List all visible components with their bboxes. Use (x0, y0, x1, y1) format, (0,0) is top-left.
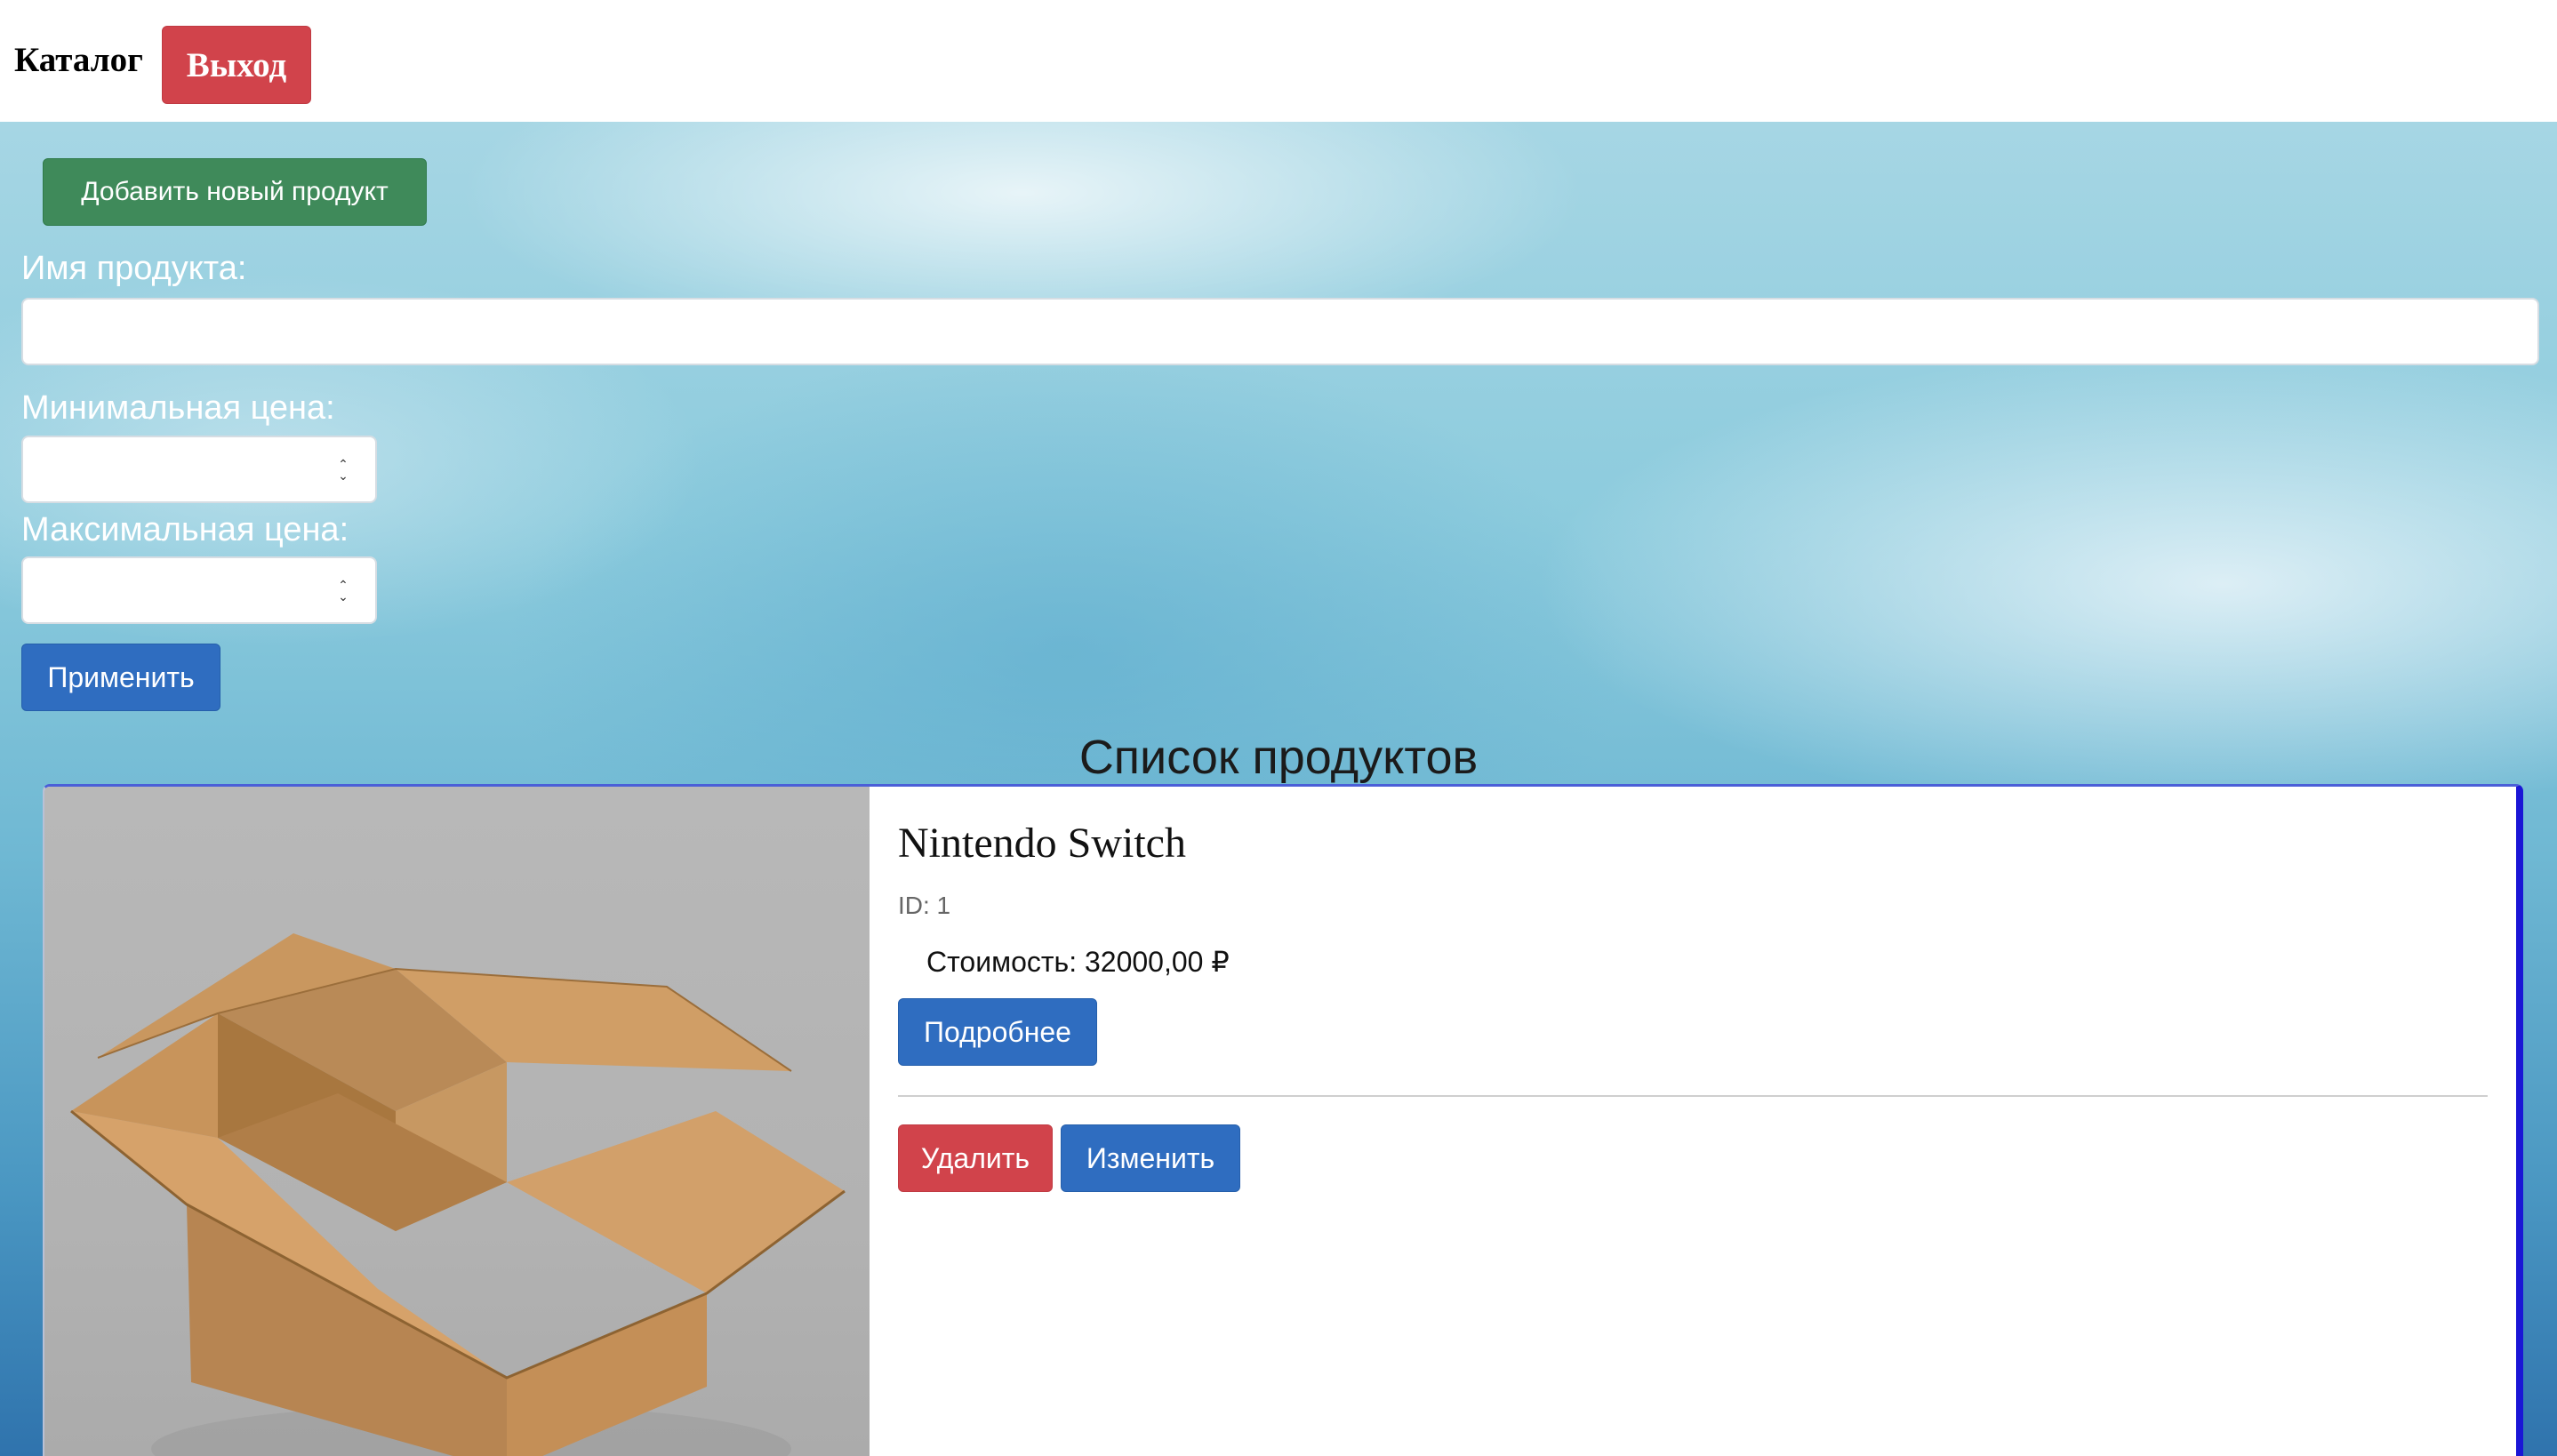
cardboard-box-image (44, 787, 870, 1456)
product-id: ID: 1 (898, 892, 951, 919)
details-button[interactable]: Подробнее (898, 998, 1097, 1066)
add-product-button[interactable]: Добавить новый продукт (43, 158, 427, 226)
product-name: Nintendo Switch (898, 820, 1186, 867)
brand-catalog-link[interactable]: Каталог (14, 39, 143, 82)
product-card-body: Nintendo Switch ID: 1 Стоимость: 32000,0… (870, 787, 2514, 1456)
edit-button[interactable]: Изменить (1061, 1124, 1240, 1192)
min-price-label: Минимальная цена: (21, 389, 335, 427)
min-price-input[interactable]: ⌃ ⌄ (21, 436, 377, 503)
apply-filter-button[interactable]: Применить (21, 644, 220, 711)
max-price-label: Максимальная цена: (21, 511, 349, 548)
logout-button[interactable]: Выход (162, 26, 311, 104)
box-illustration (70, 933, 846, 1456)
number-spinner-icon[interactable]: ⌃ ⌄ (336, 457, 350, 484)
card-divider (898, 1095, 2488, 1097)
product-list-title: Список продуктов (1078, 731, 1479, 784)
top-navbar: Каталог Выход (0, 0, 2557, 122)
max-price-input[interactable]: ⌃ ⌄ (21, 556, 377, 624)
product-name-input[interactable] (21, 298, 2539, 365)
delete-button[interactable]: Удалить (898, 1124, 1053, 1192)
number-spinner-icon[interactable]: ⌃ ⌄ (336, 578, 350, 604)
product-name-label: Имя продукта: (21, 250, 247, 287)
product-price: Стоимость: 32000,00 ₽ (926, 946, 1230, 978)
main-content: Добавить новый продукт Имя продукта: Мин… (0, 122, 2557, 1456)
product-card: Nintendo Switch ID: 1 Стоимость: 32000,0… (43, 784, 2523, 1456)
